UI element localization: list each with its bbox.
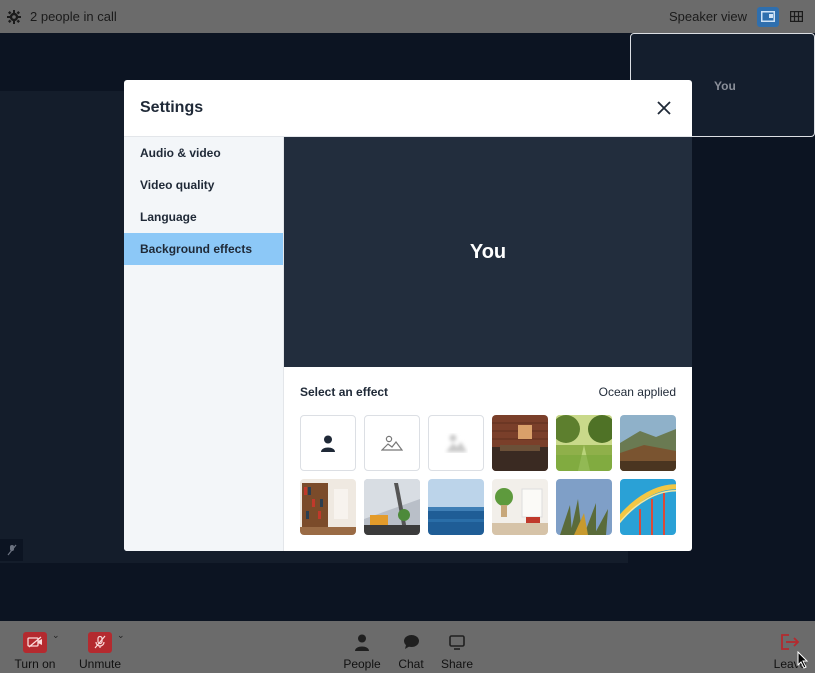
effect-blur-light[interactable] bbox=[364, 415, 420, 471]
camera-button-label: Turn on bbox=[14, 657, 56, 671]
effect-mountain[interactable] bbox=[620, 415, 676, 471]
speaker-view-icon bbox=[761, 11, 775, 22]
mic-off-icon bbox=[88, 631, 112, 653]
close-button[interactable] bbox=[652, 96, 676, 120]
gear-icon[interactable] bbox=[7, 9, 21, 24]
participant-count: 2 people in call bbox=[30, 9, 117, 24]
effect-none[interactable] bbox=[300, 415, 356, 471]
effect-ocean[interactable] bbox=[428, 479, 484, 535]
effect-palm-sky[interactable] bbox=[556, 479, 612, 535]
effect-plant-room[interactable] bbox=[492, 479, 548, 535]
landscape-icon bbox=[381, 435, 403, 451]
people-button-label: People bbox=[343, 657, 381, 671]
effects-grid bbox=[300, 415, 676, 535]
effect-rollercoaster[interactable] bbox=[620, 479, 676, 535]
camera-off-icon bbox=[23, 631, 47, 653]
chat-button[interactable]: Chat bbox=[392, 621, 430, 673]
chat-button-label: Chat bbox=[398, 657, 424, 671]
people-button[interactable]: People bbox=[340, 621, 384, 673]
effect-modern-interior[interactable] bbox=[364, 479, 420, 535]
background-effects-panel: You Select an effect Ocean applied bbox=[284, 137, 692, 551]
call-toolbar: Turn on ⌄ Unmute ⌄ People Chat Share Lea… bbox=[0, 621, 815, 673]
chat-icon bbox=[403, 627, 420, 657]
people-icon bbox=[354, 627, 370, 657]
unmute-button-label: Unmute bbox=[78, 657, 122, 671]
effect-bookshelf[interactable] bbox=[300, 479, 356, 535]
mic-off-icon bbox=[7, 544, 16, 556]
share-button-label: Share bbox=[440, 657, 474, 671]
grid-view-icon bbox=[789, 11, 803, 22]
sidebar-item-background-effects[interactable]: Background effects bbox=[124, 233, 283, 265]
blurred-icon bbox=[446, 434, 467, 452]
close-icon bbox=[657, 101, 671, 115]
top-bar: 2 people in call Speaker view bbox=[0, 0, 815, 33]
sidebar-item-language[interactable]: Language bbox=[124, 201, 283, 233]
video-preview: You bbox=[284, 137, 692, 367]
view-label: Speaker view bbox=[668, 9, 747, 24]
speaker-view-button[interactable] bbox=[757, 6, 779, 27]
settings-sidebar: Audio & video Video quality Language Bac… bbox=[124, 137, 284, 551]
effect-brick-room[interactable] bbox=[492, 415, 548, 471]
person-icon bbox=[321, 435, 335, 452]
settings-title: Settings bbox=[140, 99, 204, 116]
share-button[interactable]: Share bbox=[437, 621, 477, 673]
mic-options-chevron-icon[interactable]: ⌄ bbox=[117, 630, 125, 641]
settings-modal: Settings Audio & video Video quality Lan… bbox=[124, 80, 692, 551]
unmute-button[interactable]: Unmute bbox=[75, 621, 125, 673]
sidebar-item-video-quality[interactable]: Video quality bbox=[124, 169, 283, 201]
mouse-cursor bbox=[797, 650, 809, 669]
camera-button[interactable]: Turn on bbox=[10, 621, 60, 673]
effect-blur-strong[interactable] bbox=[428, 415, 484, 471]
effect-forest-path[interactable] bbox=[556, 415, 612, 471]
screen-share-icon bbox=[449, 627, 465, 657]
grid-view-button[interactable] bbox=[785, 7, 807, 27]
self-tile-label: You bbox=[714, 79, 736, 93]
sidebar-item-audio-video[interactable]: Audio & video bbox=[124, 137, 283, 169]
preview-label: You bbox=[469, 240, 507, 263]
camera-options-chevron-icon[interactable]: ⌄ bbox=[52, 630, 60, 641]
muted-mic-indicator bbox=[0, 539, 23, 561]
effects-status: Ocean applied bbox=[598, 385, 676, 399]
effects-heading: Select an effect bbox=[300, 385, 389, 399]
settings-header: Settings bbox=[124, 80, 692, 137]
